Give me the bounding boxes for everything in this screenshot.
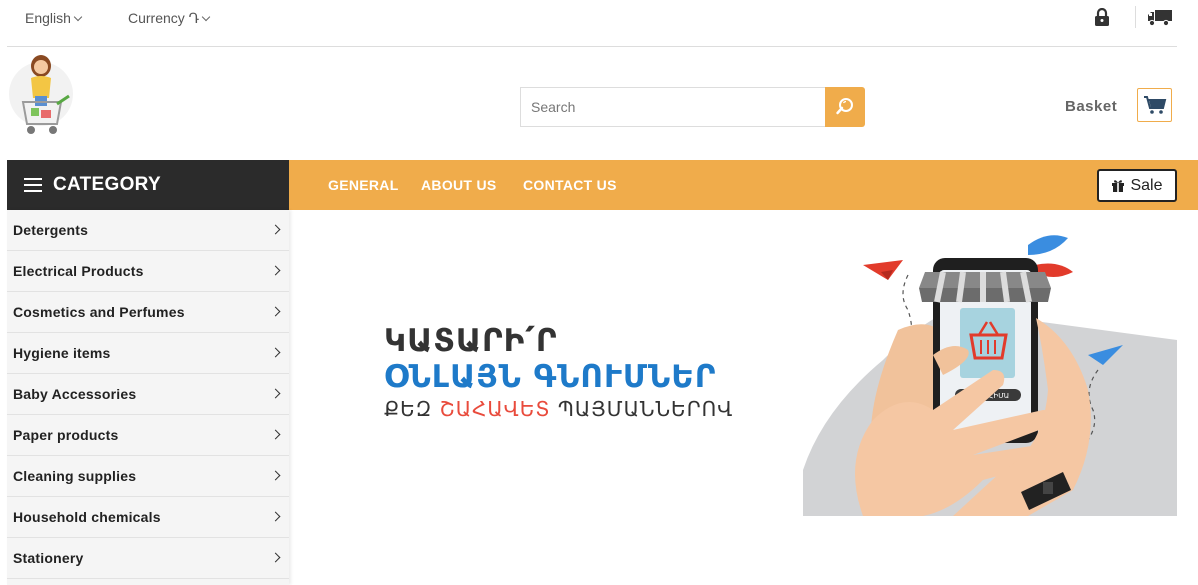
gift-icon	[1112, 180, 1125, 192]
divider	[1135, 6, 1136, 28]
store-logo[interactable]	[7, 52, 75, 138]
chevron-right-icon	[270, 306, 281, 317]
chevron-right-icon	[270, 552, 281, 563]
banner-highlight: ՇԱՀԱՎԵՏ	[439, 397, 551, 421]
language-label: English	[25, 10, 71, 26]
sale-label: Sale	[1130, 176, 1163, 194]
banner-line-1: ԿԱՏԱՐԻ՛Ր	[384, 323, 558, 359]
chevron-right-icon	[270, 470, 281, 481]
category-item-label: Cosmetics and Perfumes	[13, 304, 185, 320]
category-item-label: Cleaning supplies	[13, 468, 137, 484]
hero-banner[interactable]: ԿԱՏԱՐԻ՛Ր ՕՆԼԱՅՆ ԳՆՈՒՄՆԵՐ ՔԵԶ ՇԱՀԱՎԵՏ ՊԱՅ…	[298, 210, 1177, 516]
category-item-cleaning-supplies[interactable]: Cleaning supplies	[7, 456, 289, 497]
basket-label[interactable]: Basket	[1065, 98, 1117, 115]
chevron-down-icon	[201, 12, 211, 22]
category-item-label: Paper products	[13, 427, 119, 443]
lock-icon[interactable]	[1094, 8, 1110, 26]
chevron-right-icon	[270, 511, 281, 522]
shopping-cart-icon	[1143, 96, 1166, 114]
main-nav: GENERAL ABOUT US CONTACT US Sale	[289, 160, 1198, 210]
search-input[interactable]	[520, 87, 826, 127]
banner-illustration: ԳՆԵԼ ՀԻՄԱ	[803, 235, 1177, 516]
category-menu-toggle[interactable]: CATEGORY	[7, 160, 289, 210]
category-list: Detergents Electrical Products Cosmetics…	[7, 210, 289, 585]
search-icon	[836, 98, 853, 115]
category-item-label: Electrical Products	[13, 263, 144, 279]
search-bar	[520, 87, 865, 127]
cart-button[interactable]	[1137, 88, 1172, 122]
category-item-label: Stationery	[13, 550, 84, 566]
category-item-hygiene-items[interactable]: Hygiene items	[7, 333, 289, 374]
category-item-detergents[interactable]: Detergents	[7, 210, 289, 251]
banner-line-2: ՕՆԼԱՅՆ ԳՆՈՒՄՆԵՐ	[384, 359, 717, 395]
sale-button[interactable]: Sale	[1097, 169, 1177, 202]
category-item-cosmetics-and-perfumes[interactable]: Cosmetics and Perfumes	[7, 292, 289, 333]
category-item-baby-accessories[interactable]: Baby Accessories	[7, 374, 289, 415]
category-item-label: Hygiene items	[13, 345, 111, 361]
chevron-right-icon	[270, 265, 281, 276]
chevron-right-icon	[270, 388, 281, 399]
category-item-label: Detergents	[13, 222, 89, 238]
category-item-label: Household chemicals	[13, 509, 161, 525]
hamburger-icon	[24, 178, 42, 192]
category-item-label: Baby Accessories	[13, 386, 137, 402]
nav-link-contact-us[interactable]: CONTACT US	[523, 177, 617, 193]
chevron-right-icon	[270, 224, 281, 235]
currency-label: Currency Դ	[128, 10, 200, 26]
category-title: CATEGORY	[53, 174, 161, 195]
nav-link-about-us[interactable]: ABOUT US	[421, 177, 497, 193]
category-item-household-chemicals[interactable]: Household chemicals	[7, 497, 289, 538]
chevron-right-icon	[270, 429, 281, 440]
search-button[interactable]	[825, 87, 865, 127]
category-item-stationery[interactable]: Stationery	[7, 538, 289, 579]
banner-line-3: ՔԵԶ ՇԱՀԱՎԵՏ ՊԱՅՄԱՆՆԵՐՈՎ	[384, 397, 734, 421]
category-item-electrical-products[interactable]: Electrical Products	[7, 251, 289, 292]
top-bar: English Currency Դ	[7, 0, 1177, 47]
chevron-right-icon	[270, 347, 281, 358]
chevron-down-icon	[73, 12, 83, 22]
banner-text: ԿԱՏԱՐԻ՛Ր ՕՆԼԱՅՆ ԳՆՈՒՄՆԵՐ ՔԵԶ ՇԱՀԱՎԵՏ ՊԱՅ…	[384, 323, 733, 423]
truck-icon[interactable]	[1147, 9, 1173, 27]
category-item-paper-products[interactable]: Paper products	[7, 415, 289, 456]
nav-link-general[interactable]: GENERAL	[328, 177, 399, 193]
language-selector[interactable]: English	[25, 10, 83, 26]
currency-selector[interactable]: Currency Դ	[128, 10, 211, 27]
